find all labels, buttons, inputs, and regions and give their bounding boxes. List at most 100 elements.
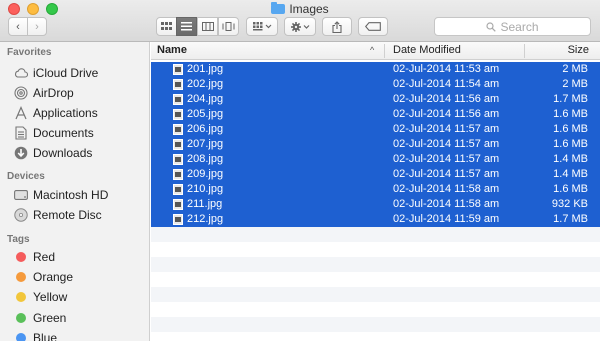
file-date: 02-Jul-2014 11:57 am — [393, 168, 500, 180]
cloud-icon — [14, 66, 28, 80]
sidebar-item-macintosh-hd[interactable]: Macintosh HD — [14, 186, 108, 204]
column-view-button[interactable] — [197, 17, 218, 36]
file-name: 206.jpg — [187, 123, 224, 135]
share-button[interactable] — [322, 17, 352, 36]
sidebar-item-label: Downloads — [33, 146, 93, 160]
sidebar-tag-green[interactable]: Green — [14, 309, 66, 327]
disc-icon — [14, 208, 28, 222]
sidebar-item-label: Applications — [33, 106, 98, 120]
sidebar-item-applications[interactable]: Applications — [14, 104, 98, 122]
sidebar-item-label: Green — [33, 311, 67, 325]
file-row-208[interactable]: 208.jpg 02-Jul-2014 11:57 am 1.4 MB — [151, 152, 600, 167]
sidebar-item-icloud-drive[interactable]: iCloud Drive — [14, 64, 98, 82]
file-row-211[interactable]: 211.jpg 02-Jul-2014 11:58 am 932 KB — [151, 197, 600, 212]
airdrop-icon — [14, 86, 28, 100]
sidebar-item-label: Remote Disc — [33, 208, 102, 222]
file-size: 1.6 MB — [553, 138, 588, 150]
empty-row — [151, 302, 600, 317]
file-row-202[interactable]: 202.jpg 02-Jul-2014 11:54 am 2 MB — [151, 77, 600, 92]
file-date: 02-Jul-2014 11:57 am — [393, 138, 500, 150]
file-row-212[interactable]: 212.jpg 02-Jul-2014 11:59 am 1.7 MB — [151, 212, 600, 227]
file-date: 02-Jul-2014 11:58 am — [393, 198, 500, 210]
cover-flow-view-button[interactable] — [218, 17, 239, 36]
file-size: 1.4 MB — [553, 168, 588, 180]
edit-tags-button[interactable] — [358, 17, 388, 36]
downloads-icon — [14, 146, 28, 160]
applications-icon — [14, 106, 28, 120]
sidebar-tag-blue[interactable]: Blue — [14, 329, 57, 341]
file-size: 1.6 MB — [553, 123, 588, 135]
red-tag-dot-icon — [16, 252, 26, 262]
sort-ascending-icon: ^ — [370, 45, 375, 55]
sidebar: Favorites iCloud Drive AirDrop Applicati… — [0, 42, 150, 341]
search-icon — [486, 21, 497, 32]
file-row-201[interactable]: 201.jpg 02-Jul-2014 11:53 am 2 MB — [151, 62, 600, 77]
file-size: 2 MB — [562, 63, 588, 75]
chevron-left-icon: ‹ — [16, 20, 20, 33]
file-date: 02-Jul-2014 11:58 am — [393, 183, 500, 195]
file-row-205[interactable]: 205.jpg 02-Jul-2014 11:56 am 1.6 MB — [151, 107, 600, 122]
columns-icon — [201, 22, 214, 31]
icon-view-button[interactable] — [156, 17, 177, 36]
file-row-206[interactable]: 206.jpg 02-Jul-2014 11:57 am 1.6 MB — [151, 122, 600, 137]
empty-row — [151, 317, 600, 332]
empty-row — [151, 287, 600, 302]
file-size: 1.7 MB — [553, 93, 588, 105]
file-row-210[interactable]: 210.jpg 02-Jul-2014 11:58 am 1.6 MB — [151, 182, 600, 197]
image-thumbnail-icon — [173, 169, 183, 180]
file-size: 932 KB — [551, 198, 588, 210]
file-size: 1.7 MB — [553, 213, 588, 225]
image-thumbnail-icon — [173, 79, 183, 90]
file-size: 1.6 MB — [553, 108, 588, 120]
sidebar-tag-red[interactable]: Red — [14, 248, 55, 266]
blue-tag-dot-icon — [16, 333, 26, 341]
sidebar-item-label: Documents — [33, 126, 94, 140]
cover-flow-icon — [222, 22, 235, 31]
file-name: 210.jpg — [187, 183, 224, 195]
list-view-button[interactable] — [176, 17, 197, 36]
file-row-204[interactable]: 204.jpg 02-Jul-2014 11:56 am 1.7 MB — [151, 92, 600, 107]
column-header-size[interactable]: Size — [568, 44, 589, 56]
file-name: 211.jpg — [187, 198, 223, 210]
file-name: 201.jpg — [187, 63, 224, 75]
sidebar-tag-yellow[interactable]: Yellow — [14, 288, 67, 306]
file-name: 205.jpg — [187, 108, 224, 120]
orange-tag-dot-icon — [16, 272, 26, 282]
list-lines-icon — [181, 22, 192, 31]
arrange-button[interactable] — [246, 17, 278, 36]
sidebar-item-airdrop[interactable]: AirDrop — [14, 84, 74, 102]
file-row-209[interactable]: 209.jpg 02-Jul-2014 11:57 am 1.4 MB — [151, 167, 600, 182]
icon-grid-icon — [161, 22, 172, 30]
image-thumbnail-icon — [173, 199, 183, 210]
sidebar-item-documents[interactable]: Documents — [14, 124, 94, 142]
file-size: 1.4 MB — [553, 153, 588, 165]
chevron-right-icon: › — [35, 20, 39, 33]
arrange-grid-icon — [252, 22, 271, 31]
devices-header: Devices — [7, 171, 45, 182]
file-name: 204.jpg — [187, 93, 224, 105]
empty-row — [151, 272, 600, 287]
search-field[interactable]: Search — [434, 17, 591, 36]
sidebar-item-downloads[interactable]: Downloads — [14, 144, 92, 162]
documents-icon — [14, 126, 28, 140]
file-date: 02-Jul-2014 11:57 am — [393, 123, 500, 135]
file-row-207[interactable]: 207.jpg 02-Jul-2014 11:57 am 1.6 MB — [151, 137, 600, 152]
column-divider — [384, 44, 385, 58]
file-name: 207.jpg — [187, 138, 224, 150]
sidebar-tag-orange[interactable]: Orange — [14, 268, 73, 286]
sidebar-item-remote-disc[interactable]: Remote Disc — [14, 206, 102, 224]
action-button[interactable] — [284, 17, 316, 36]
list-header: Name ^ Date Modified Size — [151, 42, 600, 60]
window-toolbar: Images ‹ › Search — [0, 0, 600, 42]
sidebar-item-label: iCloud Drive — [33, 66, 99, 80]
file-date: 02-Jul-2014 11:56 am — [393, 93, 500, 105]
file-date: 02-Jul-2014 11:54 am — [393, 78, 500, 90]
sidebar-item-label: Orange — [33, 270, 74, 284]
column-header-name[interactable]: Name — [157, 44, 187, 56]
column-divider — [524, 44, 525, 58]
back-button[interactable]: ‹ — [8, 17, 28, 36]
gear-icon — [290, 21, 309, 32]
forward-button[interactable]: › — [27, 17, 47, 36]
file-name: 209.jpg — [187, 168, 224, 180]
column-header-date-modified[interactable]: Date Modified — [393, 44, 461, 56]
